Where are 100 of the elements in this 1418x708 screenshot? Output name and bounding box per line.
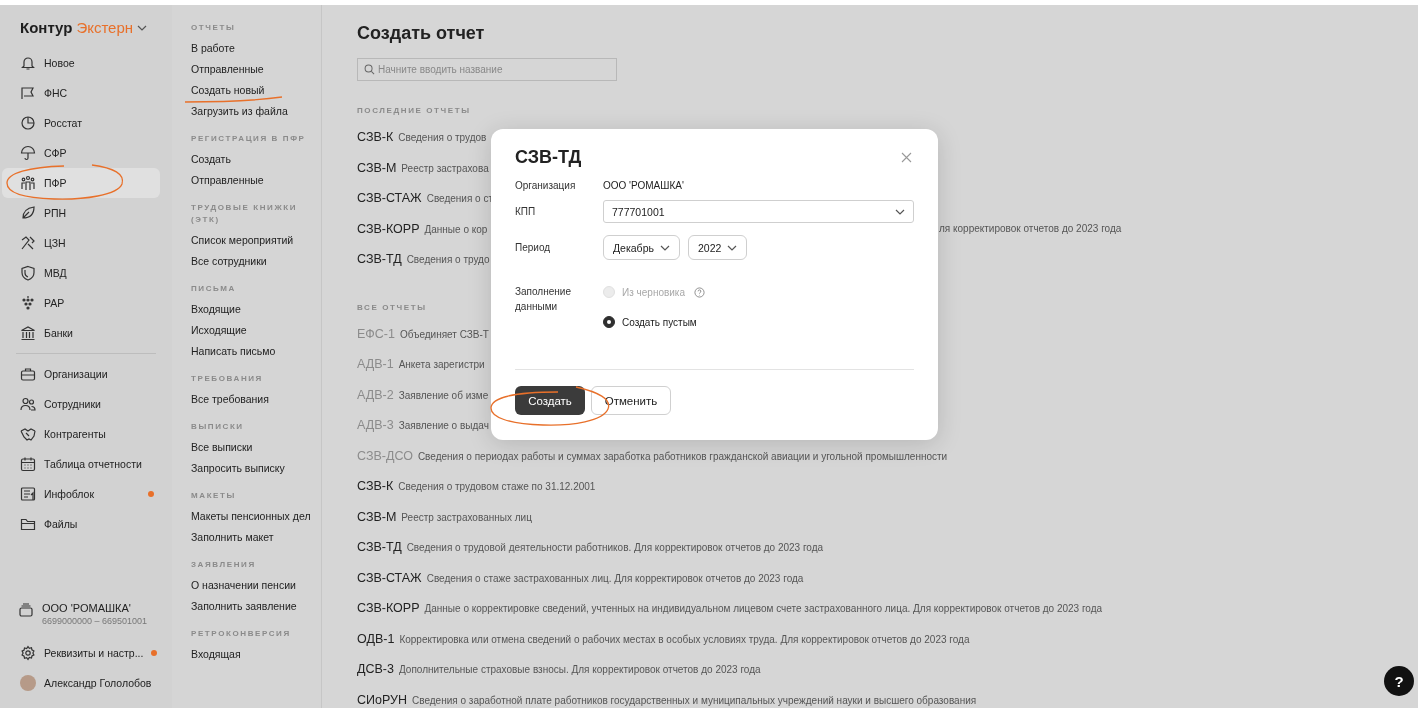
sidebar-item[interactable]: РАР <box>2 288 160 318</box>
menu-link[interactable]: Макеты пенсионных дел <box>191 506 321 527</box>
logo-text: Экстерн <box>76 19 134 36</box>
menu-link[interactable]: Все сотрудники <box>191 251 321 272</box>
section-heading: ВСЕ ОТЧЕТЫ <box>357 302 427 312</box>
logo-text: Контур <box>20 19 73 36</box>
chevron-down-icon <box>727 244 738 251</box>
people-icon <box>20 175 36 191</box>
report-code[interactable]: СЗВ-М <box>357 152 397 183</box>
sidebar-item[interactable]: Сотрудники <box>2 389 160 419</box>
sidebar-item[interactable]: ФНС <box>2 78 160 108</box>
report-description: Реестр застрахова <box>401 161 489 176</box>
leaf-icon <box>20 205 36 221</box>
sidebar-item[interactable]: Контрагенты <box>2 419 160 449</box>
settings-item[interactable]: Реквизиты и настр... <box>2 638 160 668</box>
document-icon <box>20 486 36 502</box>
report-description: Сведения о периодах работы и суммах заработка работников гражданской авиации и угольной промышленности <box>417 449 948 464</box>
search-field[interactable]: Начните вводить название <box>357 58 617 81</box>
sidebar-item[interactable]: ЦЗН <box>2 228 160 258</box>
folder-icon <box>20 516 36 532</box>
menu-link[interactable]: Все выписки <box>191 437 321 458</box>
bank-icon <box>20 325 36 341</box>
section-heading: ВЫПИСКИ <box>191 421 245 433</box>
menu-link[interactable]: Заполнить макет <box>191 527 321 548</box>
report-code[interactable]: СЗВ-СТАЖ <box>357 183 422 213</box>
report-code[interactable]: СЗВ-КОРР <box>357 213 420 244</box>
sidebar-item[interactable]: Таблица отчетности <box>2 449 160 479</box>
calendar-icon <box>20 456 36 472</box>
menu-link[interactable]: Отправленные <box>191 59 321 80</box>
report-description: Сведения о трудо <box>406 253 490 267</box>
users-icon <box>20 396 36 412</box>
radio-button[interactable] <box>603 316 615 328</box>
field-value: ООО 'РОМАШКА' <box>603 180 685 191</box>
report-description: Анкета зарегистри <box>398 358 485 372</box>
menu-link[interactable]: Создать новый <box>191 80 321 101</box>
pie-chart-icon <box>20 115 36 131</box>
field-label: Заполнение данными <box>515 285 572 314</box>
sidebar-item[interactable]: МВД <box>2 258 160 288</box>
menu-link[interactable]: Запросить выписку <box>191 458 321 479</box>
section-heading: РЕГИСТРАЦИЯ В ПФР <box>191 133 307 145</box>
year-dropdown[interactable]: 2022 <box>687 235 748 260</box>
section-heading: ЗАЯВЛЕНИЯ <box>191 559 257 571</box>
close-icon[interactable] <box>901 152 912 163</box>
report-description: Сведения о заработной плате работников государственных и муниципальных учреждений науки и высшего образования <box>412 693 977 708</box>
menu-link[interactable]: Создать <box>191 149 321 170</box>
month-dropdown[interactable]: Декабрь <box>603 235 680 260</box>
dialog-title: СЗВ-ТД <box>515 147 582 168</box>
section-heading: ОТЧЕТЫ <box>191 22 237 34</box>
sidebar-item[interactable]: Банки <box>2 318 160 348</box>
menu-link[interactable]: Список мероприятий <box>191 230 321 251</box>
report-description: Сведения о стаже застрахованных лиц. Для корректировок отчетов до 2023 года <box>426 571 804 586</box>
sidebar-item[interactable]: ПФР <box>2 168 160 198</box>
sidebar-item[interactable]: СФР <box>2 138 160 168</box>
section-heading: МАКЕТЫ <box>191 490 237 502</box>
menu-link[interactable]: Отправленные <box>191 170 321 191</box>
umbrella-icon <box>20 145 36 161</box>
report-code[interactable]: СЗВ-КОРР <box>357 593 420 623</box>
menu-link[interactable]: Написать письмо <box>191 341 321 362</box>
report-code[interactable]: ОДВ-1 <box>357 623 395 654</box>
stack-icon <box>18 602 34 618</box>
section-heading: РЕТРОКОНВЕРСИЯ <box>191 628 292 640</box>
section-heading: ПОСЛЕДНИЕ ОТЧЕТЫ <box>357 106 471 115</box>
organization-name[interactable]: ООО 'РОМАШКА' <box>42 602 148 614</box>
sidebar-item[interactable]: Росстат <box>2 108 160 138</box>
create-button[interactable]: Создать <box>515 386 585 415</box>
report-code[interactable]: СЗВ-К <box>357 471 394 501</box>
avatar-icon <box>20 675 36 691</box>
menu-link[interactable]: Входящая <box>191 644 321 665</box>
field-label: КПП <box>515 206 537 217</box>
menu-link[interactable]: О назначении пенсии <box>191 575 321 596</box>
report-code[interactable]: СЗВ-ТД <box>357 244 402 274</box>
report-description: Заявление об изме <box>398 388 489 403</box>
chevron-down-icon <box>659 244 670 251</box>
report-code[interactable]: СЗВ-ТД <box>357 532 402 562</box>
search-icon <box>364 64 375 75</box>
sidebar-item[interactable]: Новое <box>2 48 160 78</box>
report-description: Дополнительные страховые взносы. Для корректировок отчетов до 2023 года <box>398 663 761 677</box>
user-item[interactable]: Александр Гололобов <box>2 668 160 698</box>
menu-link[interactable]: Заполнить заявление <box>191 596 321 617</box>
report-code[interactable]: СЗВ-М <box>357 501 397 532</box>
menu-link[interactable]: Исходящие <box>191 320 321 341</box>
report-description: Сведения о трудовой деятельности работников. Для корректировок отчетов до 2023 года <box>406 541 824 555</box>
sidebar-item[interactable]: РПН <box>2 198 160 228</box>
report-description: Данные о корректировке сведений, учтенных на индивидуальном лицевом счете застрахованного лица. Для корректировок отчетов до 2023 года <box>424 602 1103 616</box>
briefcase-icon <box>20 366 36 382</box>
report-code[interactable]: СЗВ-СТАЖ <box>357 562 422 593</box>
sidebar-item[interactable]: Инфоблок <box>2 479 160 509</box>
chevron-down-icon <box>895 208 905 215</box>
menu-link[interactable]: Загрузить из файла <box>191 101 321 122</box>
sidebar-item[interactable]: Файлы <box>2 509 160 539</box>
menu-link[interactable]: В работе <box>191 38 321 59</box>
report-code[interactable]: СИоРУН <box>357 684 407 708</box>
kpp-dropdown[interactable]: 777701001 <box>603 200 914 223</box>
menu-link[interactable]: Входящие <box>191 299 321 320</box>
organization-codes: 6699000000 – 669501001 <box>42 616 148 626</box>
report-code[interactable]: СЗВ-К <box>357 122 394 152</box>
sidebar-item[interactable]: Организации <box>2 359 160 389</box>
menu-link[interactable]: Все требования <box>191 389 321 410</box>
report-code[interactable]: ДСВ-3 <box>357 654 394 684</box>
notification-dot <box>151 650 158 656</box>
